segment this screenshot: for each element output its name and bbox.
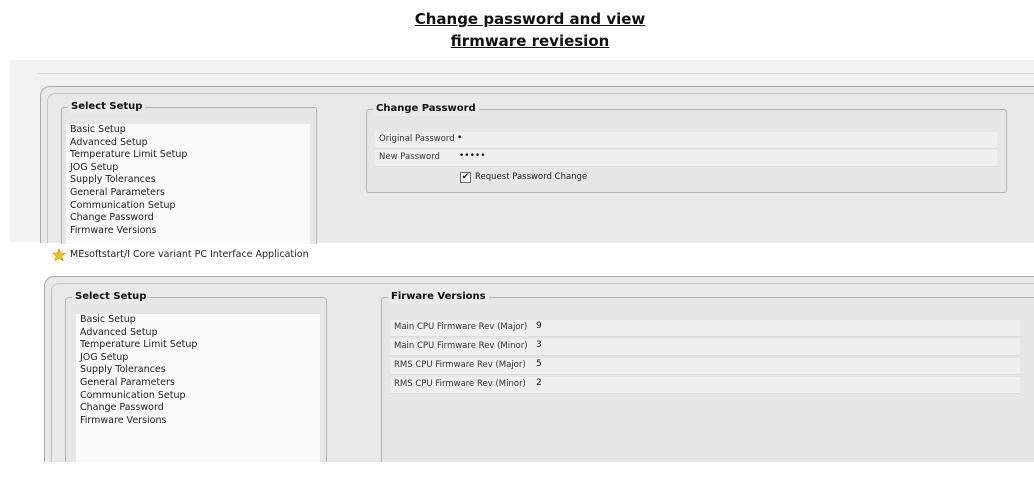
firmware-label: RMS CPU Firmware Rev (Major) xyxy=(394,360,526,370)
setup-item-communication[interactable]: Communication Setup xyxy=(76,390,320,403)
setup-item-change-password[interactable]: Change Password xyxy=(66,212,310,225)
select-setup-group: Select Setup Basic Setup Advanced Setup … xyxy=(65,290,327,469)
new-password-input[interactable]: ••••• xyxy=(459,151,486,161)
original-password-row: Original Password • xyxy=(375,132,997,149)
bottom-app-window: Select Setup Basic Setup Advanced Setup … xyxy=(44,276,1034,469)
change-password-group: Change Password Original Password • New … xyxy=(366,102,1007,193)
firmware-value: 5 xyxy=(536,359,542,369)
firmware-value: 9 xyxy=(536,321,542,331)
request-password-change-label: Request Password Change xyxy=(475,172,588,182)
setup-item-advanced[interactable]: Advanced Setup xyxy=(76,327,320,340)
setup-item-firmware-versions[interactable]: Firmware Versions xyxy=(76,415,320,428)
select-setup-title: Select Setup xyxy=(72,290,150,304)
setup-item-supply-tolerances[interactable]: Supply Tolerances xyxy=(76,364,320,377)
original-password-input[interactable]: • xyxy=(457,133,462,143)
request-password-change-checkbox[interactable]: ✔ xyxy=(460,172,471,183)
setup-item-firmware-versions[interactable]: Firmware Versions xyxy=(66,225,310,238)
firmware-label: Main CPU Firmware Rev (Minor) xyxy=(394,341,528,351)
setup-item-general-parameters[interactable]: General Parameters xyxy=(66,187,310,200)
setup-item-general-parameters[interactable]: General Parameters xyxy=(76,377,320,390)
firmware-row: Main CPU Firmware Rev (Major) 9 xyxy=(390,320,1020,337)
original-password-label: Original Password xyxy=(379,134,455,144)
firmware-row: Main CPU Firmware Rev (Minor) 3 xyxy=(390,339,1020,356)
setup-item-jog[interactable]: JOG Setup xyxy=(66,162,310,175)
firmware-label: RMS CPU Firmware Rev (Minor) xyxy=(394,379,526,389)
star-icon xyxy=(52,248,66,262)
heading-line-1: Change password and view xyxy=(414,10,646,28)
setup-item-supply-tolerances[interactable]: Supply Tolerances xyxy=(66,174,310,187)
new-password-row: New Password ••••• xyxy=(375,150,997,167)
firmware-versions-group: Firware Versions Main CPU Firmware Rev (… xyxy=(381,290,1034,469)
select-setup-group: Select Setup Basic Setup Advanced Setup … xyxy=(61,100,317,249)
firmware-versions-title: Firware Versions xyxy=(388,290,489,304)
app-title: MEsoftstart/I Core variant PC Interface … xyxy=(70,249,309,260)
setup-item-advanced[interactable]: Advanced Setup xyxy=(66,137,310,150)
app-title-bar: MEsoftstart/I Core variant PC Interface … xyxy=(44,244,1034,266)
firmware-row: RMS CPU Firmware Rev (Major) 5 xyxy=(390,358,1020,375)
select-setup-title: Select Setup xyxy=(68,100,146,114)
setup-item-temperature-limit[interactable]: Temperature Limit Setup xyxy=(66,149,310,162)
change-password-title: Change Password xyxy=(373,102,479,116)
setup-item-jog[interactable]: JOG Setup xyxy=(76,352,320,365)
setup-item-basic[interactable]: Basic Setup xyxy=(66,124,310,137)
top-app-window: Select Setup Basic Setup Advanced Setup … xyxy=(40,86,1034,249)
firmware-row: RMS CPU Firmware Rev (Minor) 2 xyxy=(390,377,1020,394)
page-footer-space xyxy=(44,462,1034,493)
setup-item-communication[interactable]: Communication Setup xyxy=(66,200,310,213)
setup-item-basic[interactable]: Basic Setup xyxy=(76,314,320,327)
divider xyxy=(38,73,1034,74)
setup-item-temperature-limit[interactable]: Temperature Limit Setup xyxy=(76,339,320,352)
new-password-label: New Password xyxy=(379,152,440,162)
setup-item-change-password[interactable]: Change Password xyxy=(76,402,320,415)
firmware-value: 3 xyxy=(536,340,542,350)
page-heading: Change password and view firmware revies… xyxy=(0,8,1034,52)
firmware-value: 2 xyxy=(536,378,542,388)
firmware-label: Main CPU Firmware Rev (Major) xyxy=(394,322,528,332)
setup-list: Basic Setup Advanced Setup Temperature L… xyxy=(76,314,320,468)
setup-list: Basic Setup Advanced Setup Temperature L… xyxy=(66,124,310,248)
heading-line-2: firmware reviesion xyxy=(450,32,610,50)
